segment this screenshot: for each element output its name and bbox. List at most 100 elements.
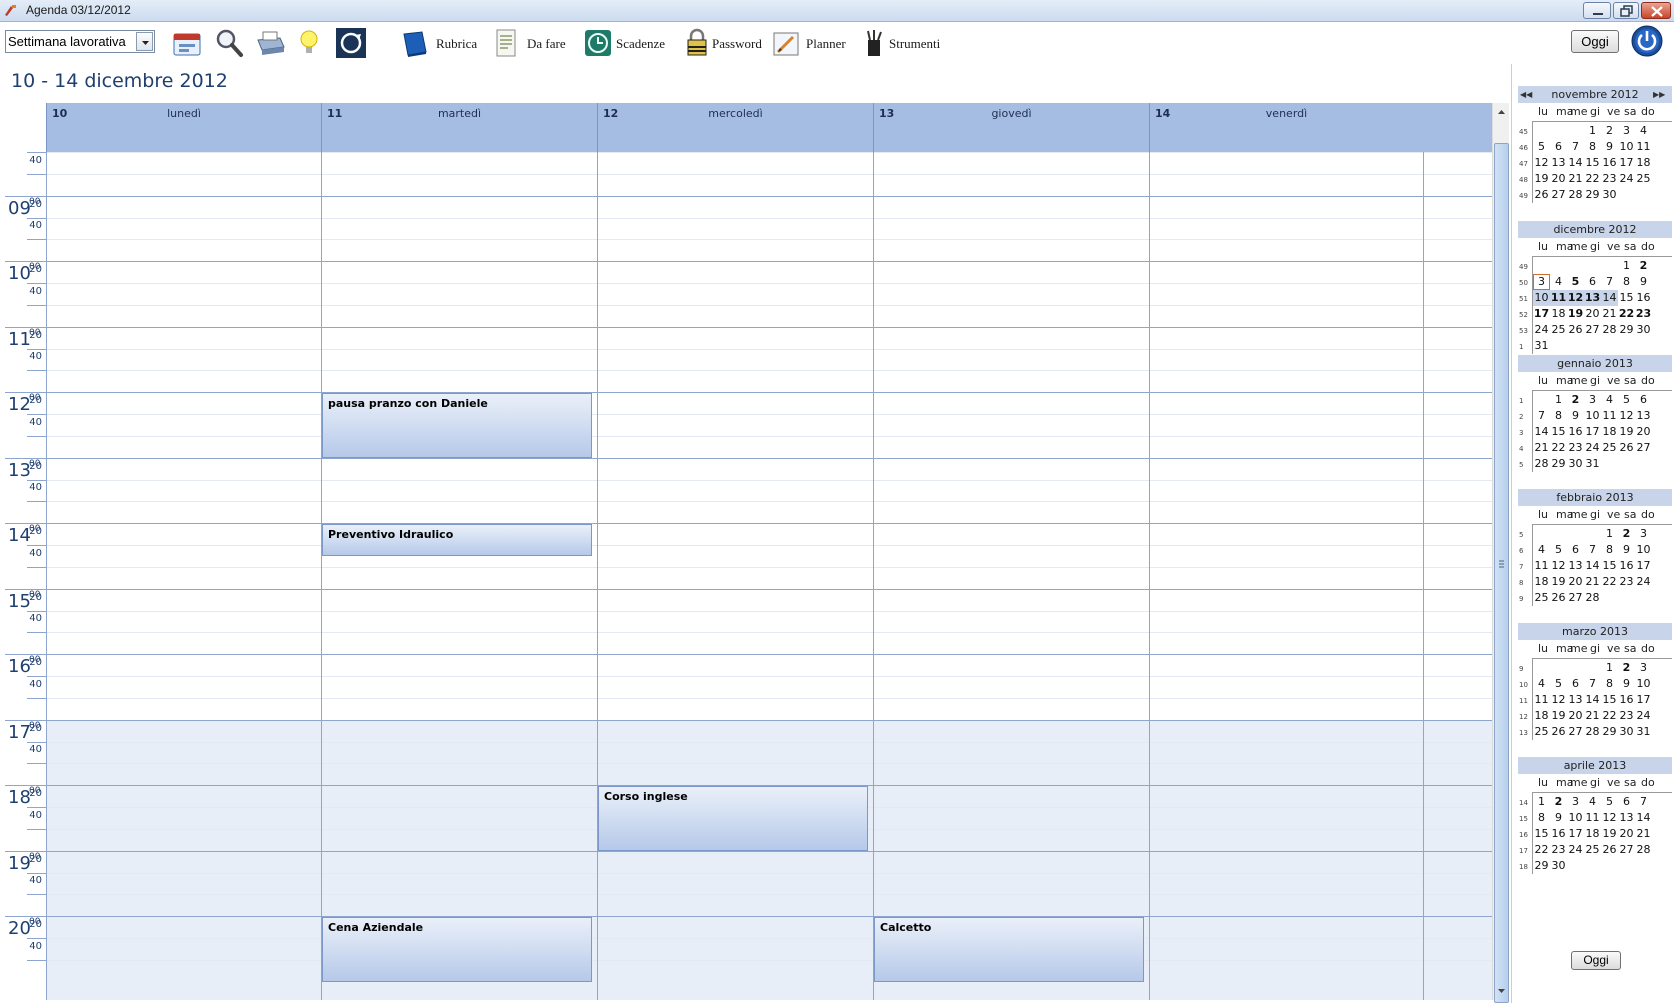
mini-calendar-day[interactable]: 19	[1533, 172, 1550, 185]
mini-calendar-day[interactable]: 18	[1533, 575, 1550, 588]
mini-calendar-day[interactable]: 14	[1601, 291, 1618, 304]
chevron-down-icon[interactable]	[136, 32, 153, 51]
mini-calendar-day[interactable]: 4	[1533, 677, 1550, 690]
mini-calendar-day[interactable]: 21	[1601, 307, 1618, 320]
mini-calendar-day[interactable]: 10	[1635, 543, 1652, 556]
mini-calendar-day[interactable]: 7	[1601, 275, 1618, 288]
mini-calendar-day[interactable]: 17	[1533, 307, 1550, 320]
mini-calendar-day[interactable]: 6	[1584, 275, 1601, 288]
mini-calendar-day[interactable]: 21	[1635, 827, 1652, 840]
scroll-thumb[interactable]	[1494, 143, 1509, 1003]
mini-calendar-day[interactable]: 17	[1584, 425, 1601, 438]
mini-calendar-day[interactable]: 17	[1567, 827, 1584, 840]
mini-calendar-day[interactable]: 30	[1635, 323, 1652, 336]
day-header-10[interactable]: 10 lunedì	[46, 103, 321, 152]
mini-calendar-day[interactable]: 26	[1618, 441, 1635, 454]
mini-calendar-day[interactable]: 25	[1533, 591, 1550, 604]
password-button[interactable]: Password	[682, 28, 768, 58]
mini-calendar-day[interactable]: 8	[1584, 140, 1601, 153]
mini-calendar-day[interactable]: 26	[1567, 323, 1584, 336]
mini-calendar-day[interactable]: 1	[1584, 124, 1601, 137]
mini-calendar-day[interactable]: 9	[1618, 677, 1635, 690]
restore-button[interactable]	[1613, 2, 1639, 19]
mini-calendar-day[interactable]: 25	[1533, 725, 1550, 738]
mini-calendar-day[interactable]: 13	[1550, 156, 1567, 169]
mini-calendar-day[interactable]: 31	[1533, 339, 1550, 352]
rubrica-button[interactable]: Rubrica	[400, 28, 480, 58]
mini-calendar-day[interactable]: 31	[1635, 725, 1652, 738]
da-fare-button[interactable]: Da fare	[491, 28, 569, 58]
mini-calendar-day[interactable]: 24	[1533, 323, 1550, 336]
mini-calendar-day[interactable]: 1	[1550, 393, 1567, 406]
mini-calendar-day[interactable]: 18	[1584, 827, 1601, 840]
scroll-down-icon[interactable]	[1494, 983, 1509, 999]
mini-calendar-day[interactable]: 2	[1618, 661, 1635, 674]
mini-calendar-day[interactable]: 8	[1550, 409, 1567, 422]
mini-calendar-day[interactable]: 26	[1550, 591, 1567, 604]
mini-calendar-day[interactable]: 11	[1533, 693, 1550, 706]
mini-calendar-day[interactable]: 11	[1601, 409, 1618, 422]
mini-calendar-day[interactable]: 15	[1533, 827, 1550, 840]
mini-calendar-day[interactable]: 20	[1567, 709, 1584, 722]
mini-calendar-day[interactable]: 14	[1635, 811, 1652, 824]
mini-calendar-day[interactable]: 22	[1533, 843, 1550, 856]
mini-calendar-day[interactable]: 7	[1584, 677, 1601, 690]
mini-calendar-day[interactable]: 8	[1618, 275, 1635, 288]
mini-calendar-day[interactable]: 12	[1550, 559, 1567, 572]
strumenti-button[interactable]: Strumenti	[859, 28, 943, 58]
mini-calendar-day[interactable]: 2	[1567, 393, 1584, 406]
mini-calendar-day[interactable]: 23	[1635, 307, 1652, 320]
mini-calendar-day[interactable]: 1	[1601, 661, 1618, 674]
mini-calendar-day[interactable]: 20	[1567, 575, 1584, 588]
mini-calendar-day[interactable]: 28	[1567, 188, 1584, 201]
mini-calendar-day[interactable]: 16	[1601, 156, 1618, 169]
mini-calendar-day[interactable]: 28	[1601, 323, 1618, 336]
mini-calendar-day[interactable]: 19	[1550, 709, 1567, 722]
mini-calendar-day[interactable]: 6	[1567, 677, 1584, 690]
mini-calendar-day[interactable]: 4	[1601, 393, 1618, 406]
mini-calendar-day[interactable]: 4	[1533, 543, 1550, 556]
day-header-11[interactable]: 11 martedì	[321, 103, 597, 152]
mini-calendar-day[interactable]: 26	[1533, 188, 1550, 201]
vertical-scrollbar[interactable]	[1492, 103, 1509, 1003]
mini-calendar-day[interactable]: 2	[1618, 527, 1635, 540]
mini-calendar-day[interactable]: 29	[1618, 323, 1635, 336]
mini-calendar-day[interactable]: 9	[1601, 140, 1618, 153]
mini-calendar-day[interactable]: 24	[1618, 172, 1635, 185]
mini-calendar-day[interactable]: 7	[1533, 409, 1550, 422]
mini-calendar-day[interactable]: 1	[1618, 259, 1635, 272]
mini-calendar-day[interactable]: 3	[1567, 795, 1584, 808]
oggi-button-top[interactable]: Oggi	[1571, 30, 1619, 53]
mini-calendar-day[interactable]: 25	[1601, 441, 1618, 454]
calendar-event[interactable]: Cena Aziendale	[322, 917, 592, 982]
mini-calendar-day[interactable]: 26	[1550, 725, 1567, 738]
mini-calendar-day[interactable]: 29	[1550, 457, 1567, 470]
mini-calendar-day[interactable]: 25	[1635, 172, 1652, 185]
mini-calendar-day[interactable]: 25	[1550, 323, 1567, 336]
mini-calendar-day[interactable]: 22	[1550, 441, 1567, 454]
mini-calendar-day[interactable]: 15	[1618, 291, 1635, 304]
mini-calendar-day[interactable]: 6	[1618, 795, 1635, 808]
mini-calendar-day[interactable]: 30	[1567, 457, 1584, 470]
mini-calendar-day[interactable]: 14	[1567, 156, 1584, 169]
mini-calendar-day[interactable]: 20	[1618, 827, 1635, 840]
mini-calendar-day[interactable]: 12	[1550, 693, 1567, 706]
day-header-12[interactable]: 12 mercoledì	[597, 103, 873, 152]
lightbulb-icon[interactable]	[293, 26, 327, 60]
mini-calendar-day[interactable]: 12	[1567, 291, 1584, 304]
mini-calendar-day[interactable]: 21	[1584, 709, 1601, 722]
mini-calendar-day[interactable]: 6	[1550, 140, 1567, 153]
mini-calendar-day[interactable]: 10	[1635, 677, 1652, 690]
mini-calendar-day[interactable]: 3	[1635, 661, 1652, 674]
mini-calendar-day[interactable]: 30	[1618, 725, 1635, 738]
mini-calendar-day[interactable]: 24	[1584, 441, 1601, 454]
power-icon[interactable]	[1630, 24, 1664, 58]
day-header-14[interactable]: 14 venerdì	[1149, 103, 1423, 152]
mini-calendar-day[interactable]: 14	[1584, 559, 1601, 572]
mini-calendar-day[interactable]: 5	[1550, 543, 1567, 556]
mini-calendar-day[interactable]: 28	[1584, 725, 1601, 738]
previous-month-icon[interactable]: ◀◀	[1520, 90, 1532, 99]
mini-calendar-day[interactable]: 18	[1635, 156, 1652, 169]
mini-calendar-day[interactable]: 4	[1550, 275, 1567, 288]
mini-calendar-day[interactable]: 5	[1533, 140, 1550, 153]
